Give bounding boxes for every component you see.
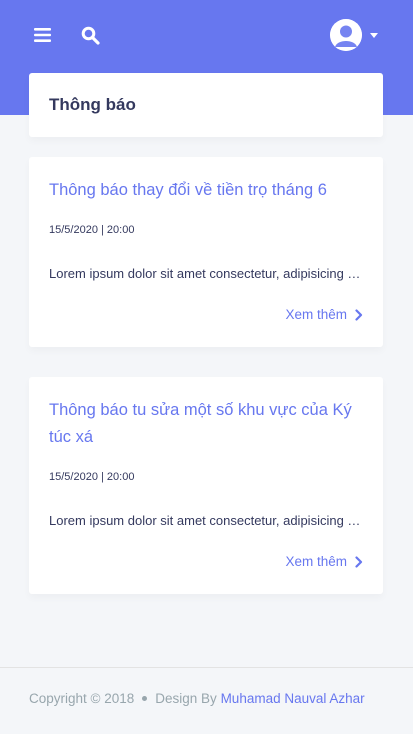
notification-card: Thông báo tu sửa một số khu vực của Ký t… [29, 377, 383, 594]
notification-date: 15/5/2020 | 20:00 [49, 471, 135, 483]
footer-copyright: Copyright © 2018 [29, 691, 135, 706]
read-more-label: Xem thêm [285, 307, 347, 322]
page-title: Thông báo [49, 95, 136, 114]
notification-excerpt: Lorem ipsum dolor sit amet consectetur, … [49, 266, 363, 281]
page-footer: Copyright © 2018 Design By Muhamad Nauval… [0, 667, 413, 734]
footer-design-by: Design By [155, 691, 217, 706]
read-more-label: Xem thêm [285, 554, 347, 569]
top-navbar [0, 0, 413, 70]
read-more-link[interactable]: Xem thêm [285, 554, 363, 569]
search-icon [81, 26, 100, 45]
notification-title[interactable]: Thông báo thay đổi về tiền trọ tháng 6 [49, 177, 363, 204]
user-avatar-icon[interactable] [330, 19, 362, 51]
menu-toggle-button[interactable] [30, 22, 56, 48]
caret-down-icon [370, 32, 378, 38]
notification-excerpt: Lorem ipsum dolor sit amet consectetur, … [49, 513, 363, 528]
notification-date: 15/5/2020 | 20:00 [49, 224, 135, 236]
hamburger-menu-icon [34, 28, 51, 42]
chevron-right-icon [355, 555, 363, 568]
user-dropdown[interactable] [330, 18, 386, 52]
footer-author-link[interactable]: Muhamad Nauval Azhar [221, 691, 365, 706]
search-button[interactable] [77, 22, 103, 48]
notification-title[interactable]: Thông báo tu sửa một số khu vực của Ký t… [49, 397, 363, 451]
chevron-right-icon [355, 308, 363, 321]
notification-card: Thông báo thay đổi về tiền trọ tháng 6 1… [29, 157, 383, 347]
page-title-card: Thông báo [29, 73, 383, 137]
read-more-link[interactable]: Xem thêm [285, 307, 363, 322]
footer-separator [142, 695, 148, 701]
